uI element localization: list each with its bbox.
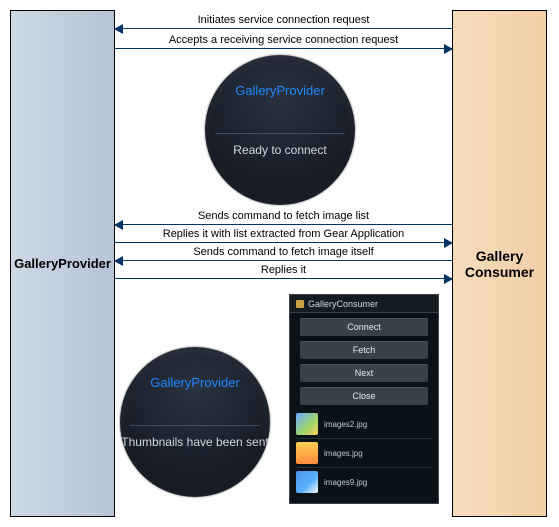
phone-mock: GalleryConsumer Connect Fetch Next Close… [289,294,439,504]
arrow-fetch-list: Sends command to fetch image list [115,224,452,225]
next-button[interactable]: Next [300,364,428,382]
arrow-initiate-label: Initiates service connection request [115,14,452,26]
arrow-reply-image-label: Replies it [115,264,452,276]
arrow-fetch-image-label: Sends command to fetch image itself [115,246,452,258]
phone-titlebar: GalleryConsumer [290,295,438,313]
provider-box-label: GalleryProvider [10,252,115,275]
arrowhead-right-icon [444,44,453,54]
thumbnail-icon [296,471,318,493]
arrow-accept: Accepts a receiving service connection r… [115,48,452,49]
arrowhead-left-icon [114,24,123,34]
consumer-box: Gallery Consumer [452,10,547,517]
fetch-button[interactable]: Fetch [300,341,428,359]
app-icon [296,300,304,308]
close-button[interactable]: Close [300,387,428,405]
consumer-box-label: Gallery Consumer [453,244,546,284]
connect-button[interactable]: Connect [300,318,428,336]
watch-divider [215,133,345,134]
arrowhead-right-icon [444,274,453,284]
list-item[interactable]: images2.jpg [296,410,432,438]
thumbnail-icon [296,442,318,464]
watch-face-ready: GalleryProvider Ready to connect [205,55,355,205]
thumbnail-icon [296,413,318,435]
provider-box: GalleryProvider [10,10,115,517]
list-item[interactable]: images.jpg [296,438,432,467]
arrow-fetch-image: Sends command to fetch image itself [115,260,452,261]
watch-status: Thumbnails have been sent [120,435,270,451]
watch-divider [130,425,260,426]
file-name: images9.jpg [324,478,367,487]
phone-title: GalleryConsumer [308,299,378,309]
thumbnail-list: images2.jpg images.jpg images9.jpg [296,410,432,496]
watch-status: Ready to connect [205,143,355,159]
watch-title: GalleryProvider [120,375,270,390]
file-name: images.jpg [324,449,363,458]
arrow-accept-label: Accepts a receiving service connection r… [115,34,452,46]
file-name: images2.jpg [324,420,367,429]
arrow-reply-list: Replies it with list extracted from Gear… [115,242,452,243]
watch-face-sent: GalleryProvider Thumbnails have been sen… [120,347,270,497]
watch-title: GalleryProvider [205,83,355,98]
arrow-reply-list-label: Replies it with list extracted from Gear… [115,228,452,240]
arrow-initiate: Initiates service connection request [115,28,452,29]
list-item[interactable]: images9.jpg [296,467,432,496]
arrow-fetch-list-label: Sends command to fetch image list [115,210,452,222]
arrow-reply-image: Replies it [115,278,452,279]
